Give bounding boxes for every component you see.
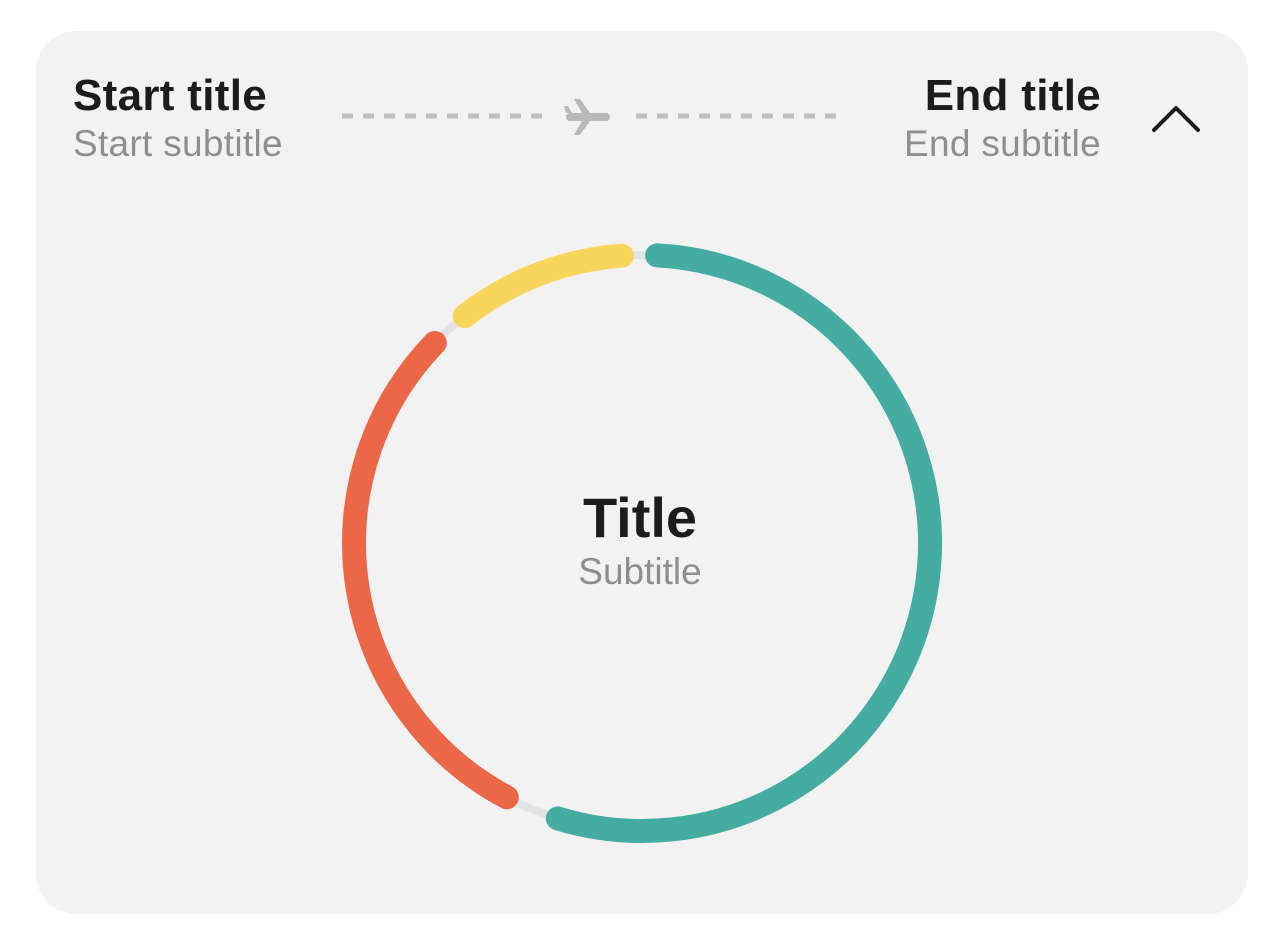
donut-chart <box>342 243 942 843</box>
chart-title: Title <box>582 486 698 549</box>
donut-segment-2 <box>342 330 519 810</box>
route-card: Start title Start subtitle End title End… <box>36 31 1248 914</box>
donut-segment-3 <box>452 243 634 329</box>
chart-subtitle: Subtitle <box>578 551 702 592</box>
chart-center-label: Title Subtitle <box>490 486 790 594</box>
